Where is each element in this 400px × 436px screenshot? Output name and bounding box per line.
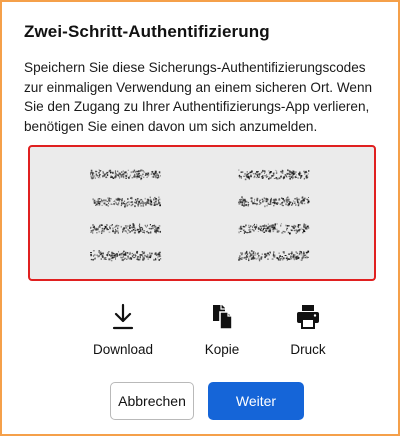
cancel-button[interactable]: Abbrechen — [110, 382, 194, 420]
copy-label: Kopie — [204, 342, 240, 357]
backup-code-5 — [90, 221, 162, 235]
dialog-description: Speichern Sie diese Sicherungs-Authentif… — [24, 60, 373, 134]
copy-icon — [192, 302, 252, 332]
print-action[interactable]: Druck — [278, 302, 338, 357]
two-step-auth-dialog: Zwei-Schritt-Authentifizierung Speichern… — [0, 0, 400, 436]
backup-code-7 — [90, 248, 162, 262]
backup-code-8 — [238, 248, 310, 262]
print-label: Druck — [290, 342, 326, 357]
backup-codes-box — [28, 145, 376, 281]
download-label: Download — [92, 342, 154, 357]
copy-action[interactable]: Kopie — [192, 302, 252, 357]
backup-code-4 — [238, 194, 310, 208]
download-action[interactable]: Download — [88, 302, 158, 357]
backup-code-2 — [238, 167, 310, 181]
dialog-title: Zwei-Schritt-Authentifizierung — [24, 22, 270, 41]
backup-code-1 — [90, 167, 162, 181]
printer-icon — [278, 302, 338, 332]
download-icon — [88, 302, 158, 332]
next-button[interactable]: Weiter — [208, 382, 304, 420]
backup-code-3 — [90, 194, 162, 208]
code-actions: Download Kopie Druck — [2, 302, 398, 362]
backup-code-6 — [238, 221, 310, 235]
